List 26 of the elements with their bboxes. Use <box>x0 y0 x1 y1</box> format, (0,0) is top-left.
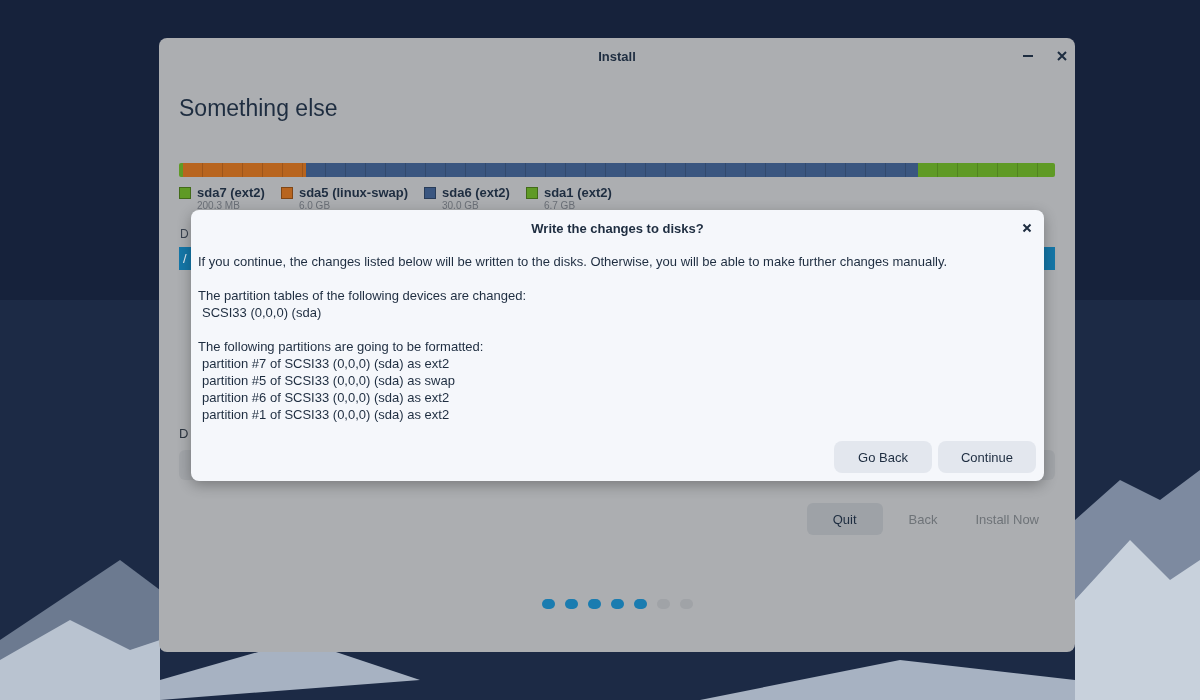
partition-size: 30.0 GB <box>442 200 480 211</box>
dialog-message: If you continue, the changes listed below will be written to the disks. Otherwise, you will be able to make further changes manually. <box>198 253 949 270</box>
change-item: SCSI33 (0,0,0) (sda) <box>201 304 323 321</box>
dialog-title: Write the changes to disks? <box>531 220 704 236</box>
partition-name: sda1 (ext2) <box>543 185 612 200</box>
dialog-button[interactable]: Continue <box>938 441 1036 473</box>
partition-name: sda6 (ext2) <box>442 185 510 200</box>
window-title: Install <box>598 48 636 64</box>
change-item: partition #6 of SCSI33 (0,0,0) (sda) as ext2 <box>201 389 451 406</box>
change-item: partition #1 of SCSI33 (0,0,0) (sda) as ext2 <box>201 406 451 423</box>
partition-size: 6.7 GB <box>543 200 577 211</box>
partition-name: sda5 (linux-swap) <box>298 185 408 200</box>
wizard-button[interactable]: Quit <box>806 503 883 535</box>
list-label: D <box>180 227 189 241</box>
close-icon[interactable] <box>1057 51 1067 61</box>
change-item: partition #7 of SCSI33 (0,0,0) (sda) as ext2 <box>201 355 451 372</box>
close-icon[interactable] <box>1022 223 1032 233</box>
partition-size: 6.0 GB <box>298 200 332 211</box>
change-item: partition #5 of SCSI33 (0,0,0) (sda) as swap <box>201 372 456 389</box>
section-heading: The following partitions are going to be formatted: <box>198 338 485 355</box>
device-label: D <box>179 426 189 443</box>
partition-name: sda7 (ext2) <box>197 185 265 200</box>
section-heading: The partition tables of the following devices are changed: <box>198 287 528 304</box>
dialog-button[interactable]: Go Back <box>834 441 932 473</box>
partition-size: 200.3 MB <box>197 200 241 211</box>
page-title: Something else <box>179 94 339 123</box>
